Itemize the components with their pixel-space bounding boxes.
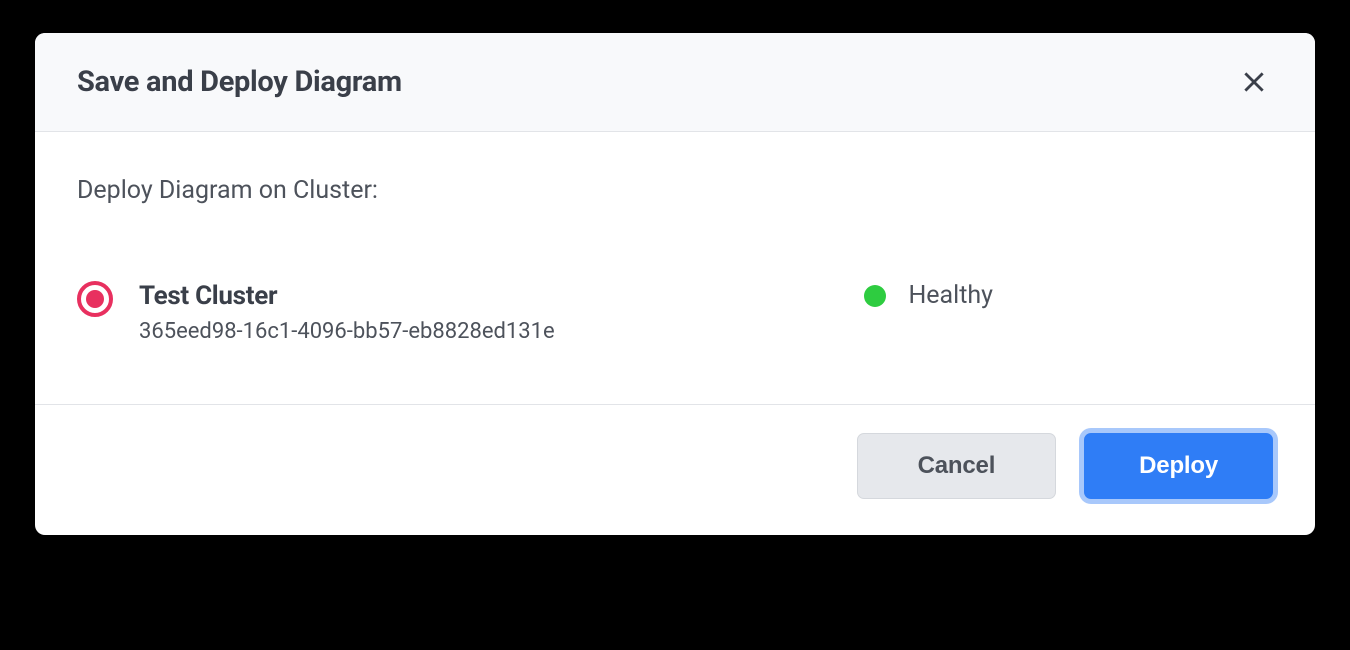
cluster-radio[interactable] [77,281,113,317]
deploy-prompt: Deploy Diagram on Cluster: [77,176,1273,205]
deploy-button[interactable]: Deploy [1084,433,1273,499]
save-deploy-modal: Save and Deploy Diagram Deploy Diagram o… [35,33,1315,535]
modal-footer: Cancel Deploy [35,404,1315,535]
status-dot-icon [864,285,886,307]
modal-body: Deploy Diagram on Cluster: Test Cluster … [35,132,1315,404]
cluster-info: Test Cluster 365eed98-16c1-4096-bb57-eb8… [139,281,838,344]
radio-selected-icon [77,281,113,317]
cluster-id: 365eed98-16c1-4096-bb57-eb8828ed131e [139,319,838,344]
status-label: Healthy [908,281,993,310]
cluster-option-row[interactable]: Test Cluster 365eed98-16c1-4096-bb57-eb8… [77,281,1273,344]
cluster-name: Test Cluster [139,281,838,311]
cluster-status: Healthy [864,281,993,310]
modal-title: Save and Deploy Diagram [77,65,402,99]
close-button[interactable] [1235,63,1273,101]
modal-header: Save and Deploy Diagram [35,33,1315,132]
cancel-button[interactable]: Cancel [857,433,1057,499]
close-icon [1241,69,1267,95]
